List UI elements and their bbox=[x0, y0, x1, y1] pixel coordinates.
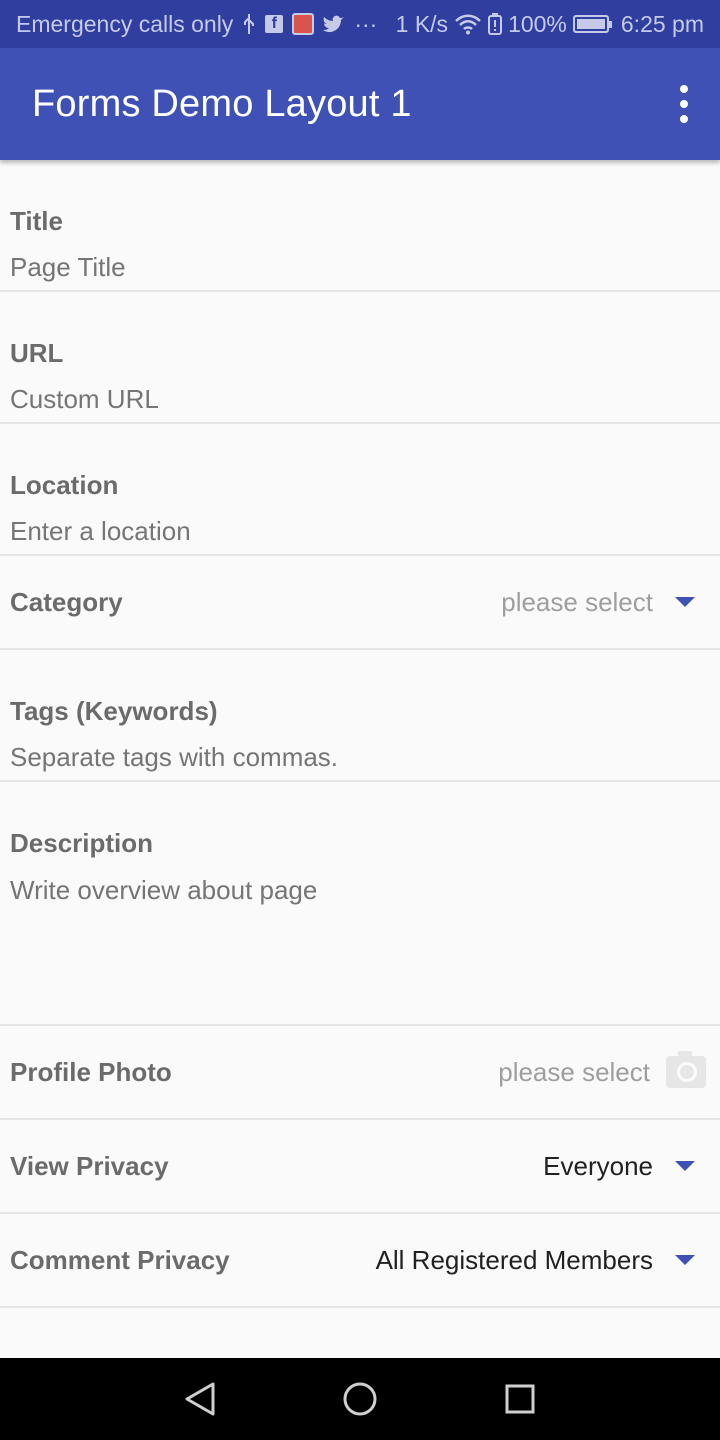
more-vert-icon[interactable] bbox=[664, 74, 704, 134]
dropdown-arrow-icon bbox=[675, 1161, 695, 1171]
recents-icon[interactable] bbox=[490, 1369, 550, 1429]
title-label: Title bbox=[10, 206, 63, 236]
app-bar: Forms Demo Layout 1 bbox=[0, 48, 720, 160]
usb-icon bbox=[242, 13, 256, 35]
url-label: URL bbox=[10, 338, 64, 368]
comment-privacy-row[interactable]: Comment Privacy All Registered Members bbox=[0, 1214, 720, 1308]
category-label: Category bbox=[10, 586, 123, 617]
twitter-icon bbox=[323, 15, 345, 33]
camera-icon[interactable] bbox=[666, 1051, 706, 1088]
app-title: Forms Demo Layout 1 bbox=[32, 82, 412, 125]
profile-photo-value: please select bbox=[498, 1056, 650, 1087]
more-notifications-icon: ··· bbox=[354, 10, 378, 37]
dropdown-arrow-icon bbox=[675, 1255, 695, 1265]
wifi-icon bbox=[454, 13, 482, 35]
tags-input[interactable] bbox=[10, 742, 690, 773]
battery-alert-icon bbox=[488, 13, 503, 35]
navigation-bar bbox=[0, 1358, 720, 1440]
category-select[interactable]: please select bbox=[501, 572, 696, 632]
comment-privacy-value: All Registered Members bbox=[375, 1244, 653, 1275]
description-row: Description bbox=[0, 782, 720, 1026]
clock: 6:25 pm bbox=[620, 10, 704, 37]
description-label: Description bbox=[10, 828, 154, 858]
location-label: Location bbox=[10, 470, 119, 500]
url-row: URL bbox=[0, 292, 720, 424]
battery-percent: 100% bbox=[508, 10, 567, 37]
location-input[interactable] bbox=[10, 516, 690, 547]
app-notification-icon bbox=[292, 13, 315, 35]
view-privacy-label: View Privacy bbox=[10, 1150, 169, 1181]
view-privacy-select[interactable]: Everyone bbox=[543, 1136, 696, 1196]
carrier-text: Emergency calls only bbox=[16, 10, 234, 37]
dropdown-arrow-icon bbox=[675, 597, 695, 607]
category-value: please select bbox=[501, 586, 653, 617]
view-privacy-row[interactable]: View Privacy Everyone bbox=[0, 1120, 720, 1214]
home-icon[interactable] bbox=[330, 1369, 390, 1429]
tags-row: Tags (Keywords) bbox=[0, 650, 720, 782]
battery-icon bbox=[572, 15, 612, 33]
status-bar: Emergency calls only f ··· 1 K/s 100% 6:… bbox=[0, 0, 720, 48]
view-privacy-value: Everyone bbox=[543, 1150, 653, 1181]
description-input[interactable] bbox=[10, 874, 690, 994]
tags-label: Tags (Keywords) bbox=[10, 696, 218, 726]
profile-photo-label: Profile Photo bbox=[10, 1056, 172, 1087]
profile-photo-picker[interactable]: please select bbox=[498, 1042, 706, 1102]
comment-privacy-select[interactable]: All Registered Members bbox=[376, 1230, 696, 1290]
location-row: Location bbox=[0, 424, 720, 556]
title-row: Title bbox=[0, 160, 720, 292]
comment-privacy-label: Comment Privacy bbox=[10, 1244, 230, 1275]
category-row[interactable]: Category please select bbox=[0, 556, 720, 650]
form: Title URL Location Category please selec… bbox=[0, 160, 720, 1308]
back-icon[interactable] bbox=[170, 1369, 230, 1429]
network-speed: 1 K/s bbox=[395, 10, 449, 37]
url-input[interactable] bbox=[10, 384, 690, 415]
title-input[interactable] bbox=[10, 252, 690, 283]
profile-photo-row[interactable]: Profile Photo please select bbox=[0, 1026, 720, 1120]
facebook-icon: f bbox=[265, 15, 284, 33]
